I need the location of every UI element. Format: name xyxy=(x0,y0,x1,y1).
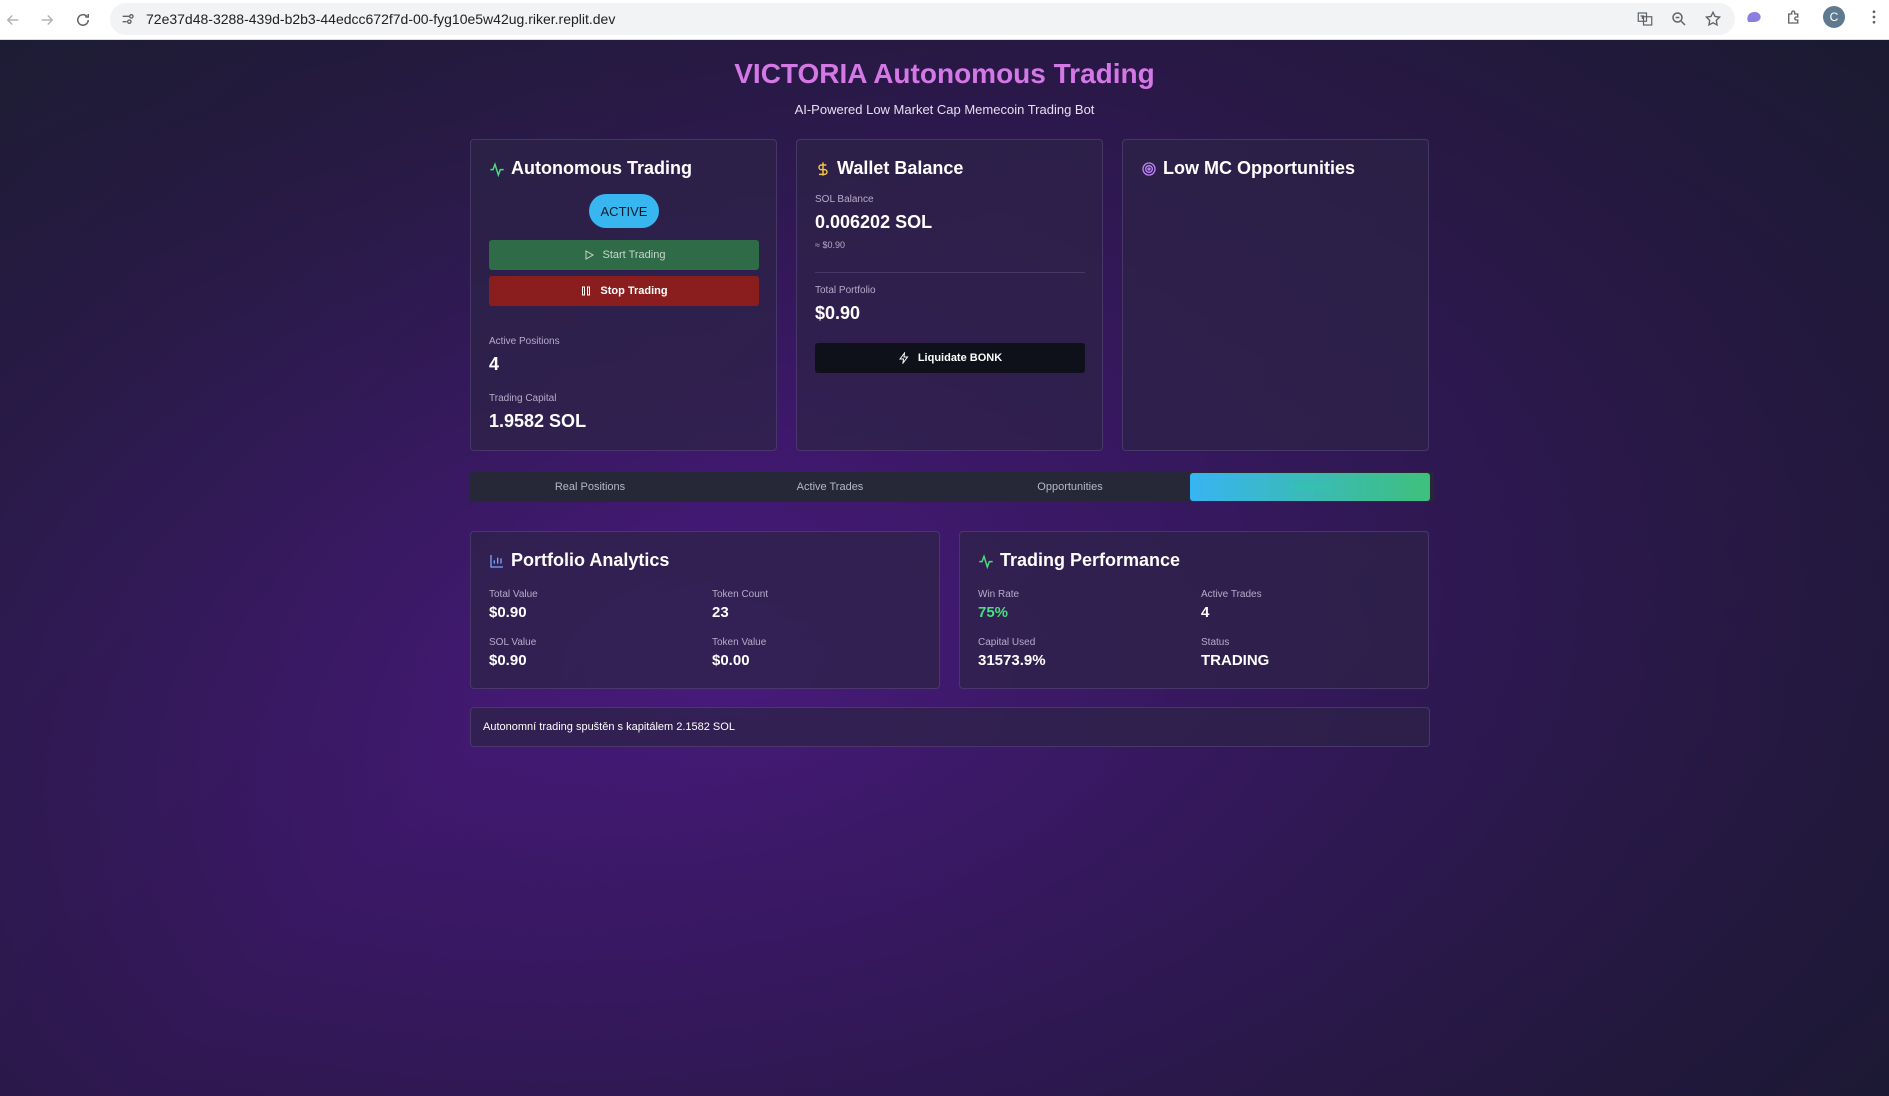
portfolio-analytics-title: Portfolio Analytics xyxy=(511,550,670,570)
autonomous-trading-card: Autonomous Trading ACTIVE Start Trading … xyxy=(470,139,777,451)
status-badge: ACTIVE xyxy=(589,194,659,228)
sol-balance-label: SOL Balance xyxy=(815,194,874,205)
activity-icon xyxy=(979,553,993,569)
trading-capital-value: 1.9582 SOL xyxy=(489,411,587,431)
zoom-icon[interactable] xyxy=(1669,9,1689,29)
active-positions-value: 4 xyxy=(489,354,500,374)
target-icon xyxy=(1142,161,1156,176)
total-value-label: Total Value xyxy=(489,589,538,600)
page-title: VICTORIA Autonomous Trading xyxy=(734,58,1155,89)
autonomous-trading-title: Autonomous Trading xyxy=(511,158,692,178)
dollar-icon xyxy=(818,161,828,176)
back-icon[interactable] xyxy=(2,9,24,31)
stop-trading-label: Stop Trading xyxy=(600,285,668,297)
browser-toolbar: 72e37d48-3288-439d-b2b3-44edcc672f7d-00-… xyxy=(0,0,1889,40)
profile-avatar[interactable]: C xyxy=(1823,6,1845,28)
active-trades-label: Active Trades xyxy=(1201,589,1262,600)
low-mc-opportunities-heading: Low MC Opportunities xyxy=(1141,158,1355,179)
divider xyxy=(815,272,1085,273)
token-value: $0.00 xyxy=(712,652,750,669)
zap-icon xyxy=(898,352,909,364)
puzzle-icon[interactable] xyxy=(1783,6,1805,28)
tab-real-positions[interactable]: Real Positions xyxy=(470,472,710,502)
low-mc-opportunities-card: Low MC Opportunities xyxy=(1122,139,1429,451)
forward-icon[interactable] xyxy=(36,9,58,31)
menu-kebab-icon[interactable] xyxy=(1863,6,1885,28)
total-portfolio-label: Total Portfolio xyxy=(815,285,876,296)
status-value: TRADING xyxy=(1201,652,1270,669)
token-value-label: Token Value xyxy=(712,637,767,648)
trading-performance-title: Trading Performance xyxy=(1000,550,1181,570)
capital-used-value: 31573.9% xyxy=(978,652,1046,669)
activity-icon xyxy=(490,161,504,177)
tab-analytics[interactable]: Analytics xyxy=(1190,473,1430,501)
status-message: Autonomní trading spuštěn s kapitálem 2.… xyxy=(483,721,735,733)
token-count-label: Token Count xyxy=(712,589,769,600)
site-info-icon[interactable] xyxy=(118,9,138,29)
bookmark-star-icon[interactable] xyxy=(1703,9,1723,29)
tab-bar: Real Positions Active Trades Opportuniti… xyxy=(470,472,1434,502)
wallet-balance-title: Wallet Balance xyxy=(837,158,964,178)
url-text[interactable]: 72e37d48-3288-439d-b2b3-44edcc672f7d-00-… xyxy=(146,11,615,27)
reload-icon[interactable] xyxy=(72,9,94,31)
active-trades-value: 4 xyxy=(1201,604,1210,621)
start-trading-button[interactable]: Start Trading xyxy=(489,240,759,270)
tab-opportunities[interactable]: Opportunities xyxy=(950,472,1190,502)
trading-performance-heading: Trading Performance xyxy=(978,550,1180,571)
autonomous-trading-heading: Autonomous Trading xyxy=(489,158,692,179)
active-positions-label: Active Positions xyxy=(489,336,560,347)
address-bar[interactable]: 72e37d48-3288-439d-b2b3-44edcc672f7d-00-… xyxy=(110,3,1735,35)
sol-balance-value: 0.006202 SOL xyxy=(815,212,933,232)
sol-value-label: SOL Value xyxy=(489,637,537,648)
liquidate-bonk-label: Liquidate BONK xyxy=(917,352,1003,364)
win-rate-value: 75% xyxy=(978,604,1009,621)
win-rate-label: Win Rate xyxy=(978,589,1020,600)
pause-icon xyxy=(582,286,591,296)
play-icon xyxy=(585,250,594,260)
trading-performance-card: Trading Performance Win Rate 75% Active … xyxy=(959,531,1429,689)
app-page: VICTORIA Autonomous Trading AI-Powered L… xyxy=(0,40,1889,1096)
token-count-value: 23 xyxy=(712,604,729,621)
wallet-balance-card: Wallet Balance SOL Balance 0.006202 SOL … xyxy=(796,139,1103,451)
page-subtitle: AI-Powered Low Market Cap Memecoin Tradi… xyxy=(794,102,1095,117)
total-value: $0.90 xyxy=(489,604,527,621)
status-message-bar: Autonomní trading spuštěn s kapitálem 2.… xyxy=(470,707,1430,747)
total-portfolio-value: $0.90 xyxy=(815,303,861,323)
capital-used-label: Capital Used xyxy=(978,637,1036,648)
portfolio-analytics-card: Portfolio Analytics Total Value $0.90 To… xyxy=(470,531,940,689)
start-trading-label: Start Trading xyxy=(602,249,666,261)
translate-icon[interactable] xyxy=(1635,9,1655,29)
liquidate-bonk-button[interactable]: Liquidate BONK xyxy=(815,343,1085,373)
status-label: Status xyxy=(1201,637,1230,648)
low-mc-opportunities-title: Low MC Opportunities xyxy=(1163,158,1355,178)
portfolio-analytics-heading: Portfolio Analytics xyxy=(489,550,669,571)
stop-trading-button[interactable]: Stop Trading xyxy=(489,276,759,306)
sol-value: $0.90 xyxy=(489,652,527,669)
sol-usd-value: ≈ $0.90 xyxy=(815,240,845,250)
bar-chart-icon xyxy=(490,554,503,568)
extension-icon[interactable] xyxy=(1743,6,1765,28)
trading-capital-label: Trading Capital xyxy=(489,393,557,404)
tab-active-trades[interactable]: Active Trades xyxy=(710,472,950,502)
wallet-balance-heading: Wallet Balance xyxy=(815,158,963,179)
